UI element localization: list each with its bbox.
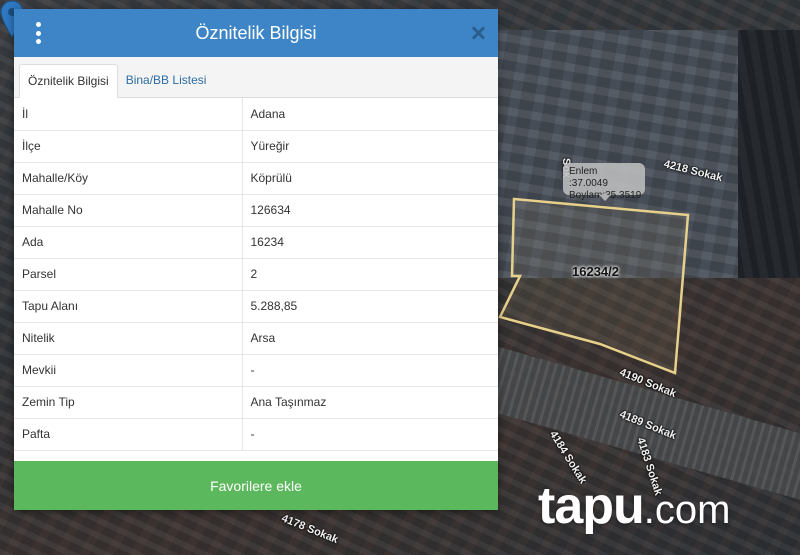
table-row: Pafta -	[14, 418, 498, 451]
panel-header: Öznitelik Bilgisi	[14, 9, 498, 57]
attribute-value: Köprülü	[242, 162, 498, 195]
table-row: Zemin Tip Ana Taşınmaz	[14, 386, 498, 419]
attribute-value: 16234	[242, 226, 498, 259]
attribute-value: Yüreğir	[242, 130, 498, 163]
coordinate-tooltip: Enlem :37.0049 Boylam:35.3519	[563, 163, 645, 201]
attribute-key: Nitelik	[14, 322, 243, 355]
attribute-key: Parsel	[14, 258, 243, 291]
longitude-text: Boylam:35.3519	[569, 190, 642, 201]
attribute-key: Ada	[14, 226, 243, 259]
attribute-value: 5.288,85	[242, 290, 498, 323]
attribute-value: 126634	[242, 194, 498, 227]
table-row: İlçe Yüreğir	[14, 130, 498, 163]
attribute-key: Mevkii	[14, 354, 243, 387]
table-row: Mahalle/Köy Köprülü	[14, 162, 498, 195]
attribute-key: İlçe	[14, 130, 243, 163]
attribute-value: Adana	[242, 98, 498, 131]
attribute-key: İl	[14, 98, 243, 131]
attribute-panel: Öznitelik Bilgisi Öznitelik Bilgisi Bina…	[14, 9, 498, 510]
more-vertical-icon[interactable]	[32, 22, 44, 44]
attribute-key: Tapu Alanı	[14, 290, 243, 323]
tab-building-list[interactable]: Bina/BB Listesi	[118, 63, 215, 97]
table-row: Parsel 2	[14, 258, 498, 291]
attribute-value: -	[242, 418, 498, 451]
parcel-boundary	[498, 197, 690, 375]
attribute-key: Zemin Tip	[14, 386, 243, 419]
table-row: Nitelik Arsa	[14, 322, 498, 355]
panel-title: Öznitelik Bilgisi	[195, 22, 317, 43]
attribute-value: Arsa	[242, 322, 498, 355]
brand-suffix: .com	[643, 488, 731, 532]
table-row: Mevkii -	[14, 354, 498, 387]
tab-attribute-info[interactable]: Öznitelik Bilgisi	[19, 64, 118, 98]
attribute-key: Pafta	[14, 418, 243, 451]
attribute-value: -	[242, 354, 498, 387]
brand-name: tapu	[538, 477, 645, 535]
attribute-value: 2	[242, 258, 498, 291]
table-row: İl Adana	[14, 98, 498, 131]
attribute-key: Mahalle/Köy	[14, 162, 243, 195]
add-to-favorites-button[interactable]: Favorilere ekle	[14, 461, 498, 510]
close-icon[interactable]	[468, 23, 488, 43]
attribute-value: Ana Taşınmaz	[242, 386, 498, 419]
table-row: Mahalle No 126634	[14, 194, 498, 227]
attribute-table: İl Adana İlçe Yüreğir Mahalle/Köy Köprülü Maha…	[14, 98, 498, 451]
tab-bar: Öznitelik Bilgisi Bina/BB Listesi	[14, 57, 498, 98]
table-row: Ada 16234	[14, 226, 498, 259]
latitude-text: Enlem :37.0049	[569, 166, 608, 189]
table-row: Tapu Alanı 5.288,85	[14, 290, 498, 323]
attribute-key: Mahalle No	[14, 194, 243, 227]
parcel-label: 16234/2	[572, 264, 619, 279]
brand-logo: tapu.com	[538, 476, 730, 536]
